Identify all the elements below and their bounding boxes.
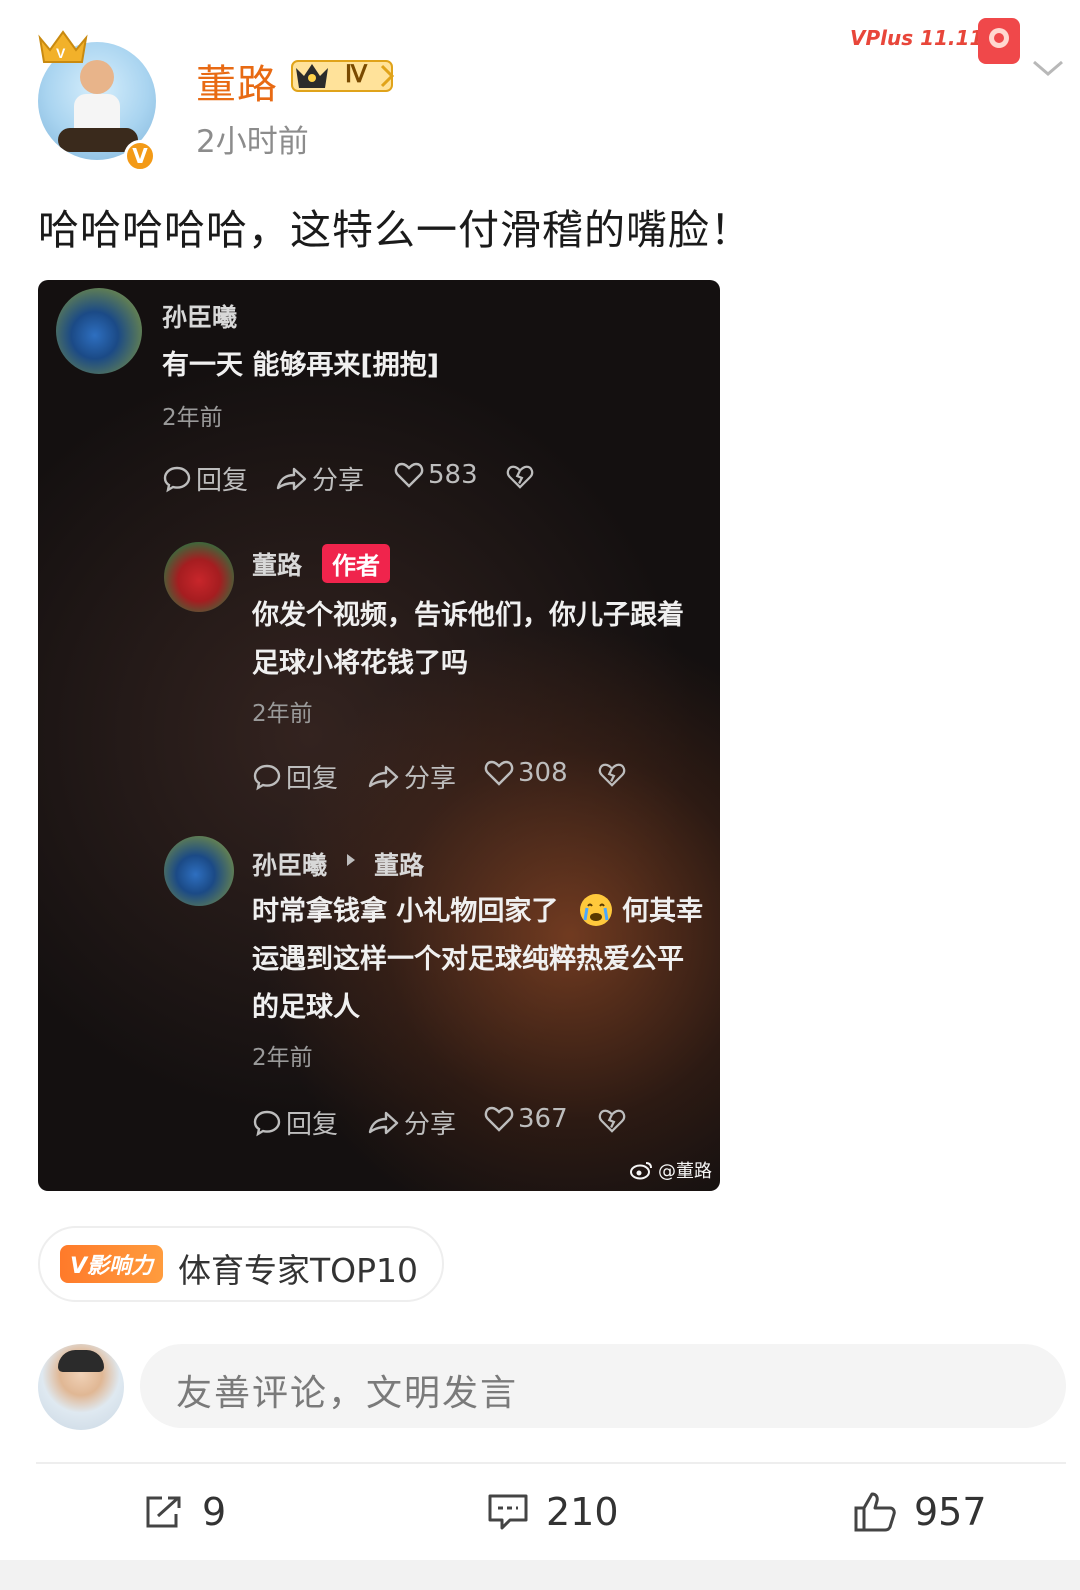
comment-share: 分享: [366, 758, 456, 795]
thumbs-up-icon: [854, 1492, 896, 1532]
verified-badge-icon: V: [124, 140, 156, 172]
comment-text-line: 你发个视频，告诉他们，你儿子跟着: [252, 600, 684, 631]
share-label: 分享: [404, 1110, 457, 1140]
reply-to-arrow-icon: [347, 854, 355, 866]
author-tag: 作者: [322, 544, 390, 583]
reply-label: 回复: [196, 466, 249, 496]
svg-text:V: V: [56, 45, 66, 61]
comment-like: 367: [484, 1104, 568, 1134]
comment-time: 2年前: [252, 701, 313, 727]
heart-icon: [484, 1106, 514, 1132]
comment-author: 董路: [252, 551, 303, 580]
influence-label: 体育专家TOP10: [178, 1251, 419, 1290]
avatar-hair: [58, 1350, 104, 1372]
like-count: 957: [914, 1490, 987, 1534]
author-avatar[interactable]: V V: [36, 28, 164, 172]
reply-bubble-icon: [253, 1110, 281, 1136]
broken-heart-icon: [598, 763, 626, 787]
heart-icon: [484, 760, 514, 786]
rank-level-label: Ⅳ: [345, 62, 368, 88]
commenter-avatar: [56, 288, 142, 374]
current-user-avatar[interactable]: [38, 1344, 124, 1430]
crying-emoji-icon: [580, 894, 612, 926]
share-arrow-icon: [368, 765, 399, 788]
author-name[interactable]: 董路: [196, 52, 278, 110]
reply-label: 回复: [286, 764, 339, 794]
comment-icon: [488, 1494, 528, 1530]
like-button[interactable]: 957: [852, 1484, 987, 1540]
comment-text-line: 何其幸: [622, 896, 703, 927]
comment-text-line: 的足球人: [252, 992, 360, 1023]
like-count: 308: [518, 758, 568, 788]
post-time: 2小时前: [196, 124, 309, 160]
comment-share: 分享: [366, 1104, 456, 1141]
share-arrow-icon: [368, 1111, 399, 1134]
comment-like: 583: [394, 460, 478, 490]
comment-count: 210: [546, 1490, 619, 1534]
comment-button[interactable]: 210: [486, 1484, 619, 1540]
chevron-down-icon[interactable]: [1030, 56, 1066, 80]
heart-icon: [394, 462, 424, 488]
image-watermark: @董路: [630, 1157, 712, 1183]
comment-time: 2年前: [252, 1045, 313, 1071]
comment-reply: 回复: [252, 1104, 338, 1141]
watermark-text: @董路: [658, 1161, 712, 1182]
comment-placeholder: 友善评论，文明发言: [176, 1373, 519, 1414]
gold-crown-icon: V: [38, 30, 88, 63]
share-label: 分享: [312, 466, 365, 496]
weibo-logo-icon: [630, 1162, 652, 1180]
broken-heart-icon: [506, 465, 534, 489]
comment-reply: 回复: [252, 758, 338, 795]
like-count: 367: [518, 1104, 568, 1134]
bottom-bar: [0, 1560, 1080, 1590]
comment-text: 有一天 能够再来[拥抱]: [162, 350, 440, 381]
vplus-label: VPlus 11.11: [850, 26, 984, 50]
broken-heart-icon: [598, 1109, 626, 1133]
vplus-event-badge[interactable]: VPlus 11.11: [848, 10, 1028, 70]
comment-text-line: 运遇到这样一个对足球纯粹热爱公平: [252, 944, 684, 975]
reply-to-name: 董路: [374, 851, 425, 880]
post-text: 哈哈哈哈哈，这特么一付滑稽的嘴脸！: [38, 206, 752, 254]
comment-time: 2年前: [162, 405, 223, 431]
share-arrow-icon: [276, 467, 307, 490]
comment-input[interactable]: 友善评论，文明发言: [140, 1344, 1066, 1428]
comment-share: 分享: [274, 460, 364, 497]
reply-label: 回复: [286, 1110, 339, 1140]
like-count: 583: [428, 460, 478, 490]
comment-like: 308: [484, 758, 568, 788]
reply-bubble-icon: [163, 466, 191, 492]
comment-text-line: 时常拿钱拿 小礼物回家了: [252, 896, 559, 927]
divider: [36, 1462, 1066, 1464]
repost-icon: [146, 1496, 181, 1528]
comment-text-line: 足球小将花钱了吗: [252, 648, 468, 679]
share-label: 分享: [404, 764, 457, 794]
repost-button[interactable]: 9: [142, 1484, 226, 1540]
comment-reply: 回复: [162, 460, 248, 497]
red-envelope-icon: [978, 18, 1020, 64]
repost-count: 9: [202, 1490, 227, 1534]
comment-author: 孙臣曦: [162, 303, 238, 332]
influence-tag: V影响力: [60, 1245, 164, 1283]
commenter-avatar: [164, 836, 234, 906]
post-image[interactable]: 孙臣曦 有一天 能够再来[拥抱] 2年前 回复 分享 583 董路 作者 你发个…: [38, 280, 720, 1191]
commenter-avatar: [164, 542, 234, 612]
comment-author: 孙臣曦: [252, 851, 328, 880]
reply-bubble-icon: [253, 764, 281, 790]
influence-badge[interactable]: V影响力 体育专家TOP10: [38, 1226, 444, 1302]
rank-crown-icon[interactable]: [290, 58, 398, 94]
